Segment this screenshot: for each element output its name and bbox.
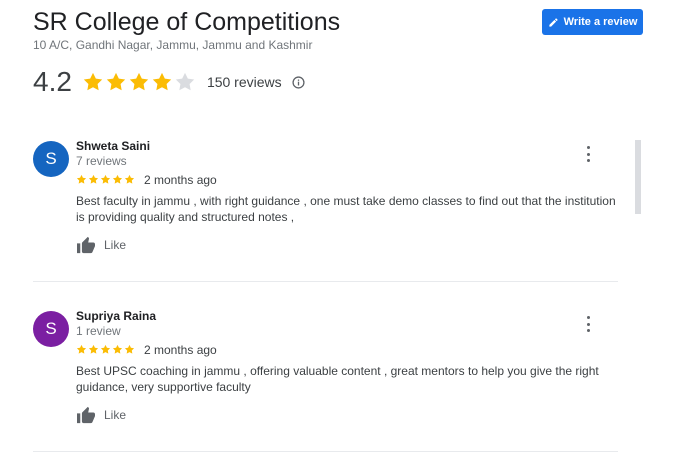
review-date: 2 months ago [144,173,217,187]
avatar[interactable]: S [33,141,69,177]
star-filled-icon [129,72,149,91]
review-text: Best UPSC coaching in jammu , offering v… [76,364,599,394]
star-filled-icon [106,72,126,91]
like-label: Like [104,408,127,422]
rating-stars [82,71,196,93]
more-options-icon[interactable] [581,145,595,163]
star-filled-icon [112,174,123,184]
like-label: Like [104,238,127,252]
like-button[interactable]: Like [76,236,126,254]
review-text: Best faculty in jammu , with right guida… [76,194,616,224]
like-button[interactable]: Like [76,406,126,424]
reviewer-review-count: 7 reviews [76,154,127,168]
info-icon[interactable] [292,75,305,89]
review-count-link[interactable]: 150 reviews [207,74,282,90]
review-divider [33,451,618,452]
reviewer-review-count: 1 review [76,324,121,338]
review-stars [76,174,135,185]
write-review-button[interactable]: Write a review [542,9,643,35]
business-title: SR College of Competitions [33,8,341,36]
star-filled-icon [76,344,87,354]
star-filled-icon [83,72,103,91]
review-date: 2 months ago [144,343,217,357]
reviewer-name[interactable]: Shweta Saini [76,139,150,153]
star-filled-icon [124,344,135,354]
review-stars [76,344,135,355]
scrollbar-thumb[interactable] [635,140,641,214]
reviewer-name[interactable]: Supriya Raina [76,309,156,323]
thumbs-up-icon [77,406,95,424]
average-rating: 4.2 [33,66,72,97]
star-filled-icon [124,174,135,184]
avatar[interactable]: S [33,311,69,347]
star-filled-icon [152,72,172,91]
thumbs-up-icon [77,236,95,254]
star-filled-icon [88,174,99,184]
write-review-label: Write a review [563,16,638,28]
rating-summary: 4.2 150 reviews [33,64,305,100]
star-empty-icon [175,72,195,91]
star-filled-icon [100,344,111,354]
review-divider [33,281,618,282]
pencil-icon [548,17,558,27]
business-address: 10 A/C, Gandhi Nagar, Jammu, Jammu and K… [33,38,313,52]
star-filled-icon [112,344,123,354]
star-filled-icon [88,344,99,354]
star-filled-icon [100,174,111,184]
more-options-icon[interactable] [581,315,595,333]
star-filled-icon [76,174,87,184]
